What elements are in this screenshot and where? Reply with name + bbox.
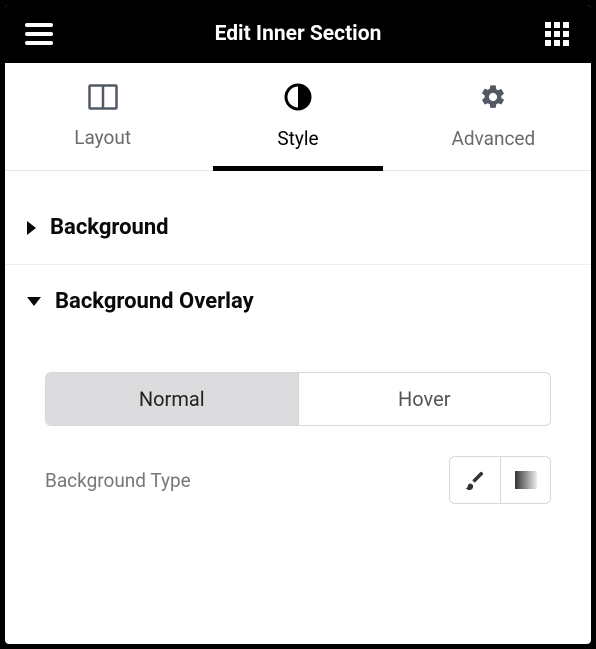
background-type-buttons (449, 456, 551, 504)
hamburger-icon (25, 23, 53, 45)
caret-down-icon (27, 297, 41, 306)
gear-icon (479, 83, 507, 115)
columns-icon (88, 84, 118, 114)
tab-advanced[interactable]: Advanced (396, 63, 591, 170)
section-content: Normal Hover Background Type (5, 338, 591, 534)
apps-button[interactable] (541, 18, 573, 50)
spacer (5, 171, 591, 191)
background-type-row: Background Type (45, 456, 551, 504)
state-toggle: Normal Hover (45, 372, 551, 426)
menu-button[interactable] (23, 18, 55, 50)
apps-grid-icon (545, 22, 569, 46)
header-title: Edit Inner Section (55, 22, 541, 46)
half-circle-icon (284, 83, 312, 115)
caret-right-icon (27, 221, 36, 235)
background-type-classic-button[interactable] (450, 457, 500, 503)
section-title: Background Overlay (55, 289, 254, 314)
tab-label: Style (277, 127, 318, 150)
panel-frame: Edit Inner Section Layout Style Advanced (5, 5, 591, 644)
section-background-overlay-header[interactable]: Background Overlay (5, 265, 591, 338)
toggle-normal[interactable]: Normal (46, 373, 298, 425)
background-type-gradient-button[interactable] (500, 457, 550, 503)
section-background-header[interactable]: Background (5, 191, 591, 264)
brush-icon (464, 469, 486, 491)
tab-layout[interactable]: Layout (5, 63, 200, 170)
section-background-overlay: Background Overlay Normal Hover Backgrou… (5, 265, 591, 534)
section-title: Background (50, 215, 169, 240)
background-type-label: Background Type (45, 469, 191, 492)
section-background: Background (5, 191, 591, 265)
tab-style[interactable]: Style (200, 63, 395, 170)
header-bar: Edit Inner Section (5, 5, 591, 63)
tabs-row: Layout Style Advanced (5, 63, 591, 171)
tab-label: Advanced (451, 127, 535, 150)
gradient-icon (515, 471, 537, 489)
tab-label: Layout (74, 126, 131, 149)
toggle-hover[interactable]: Hover (298, 373, 551, 425)
